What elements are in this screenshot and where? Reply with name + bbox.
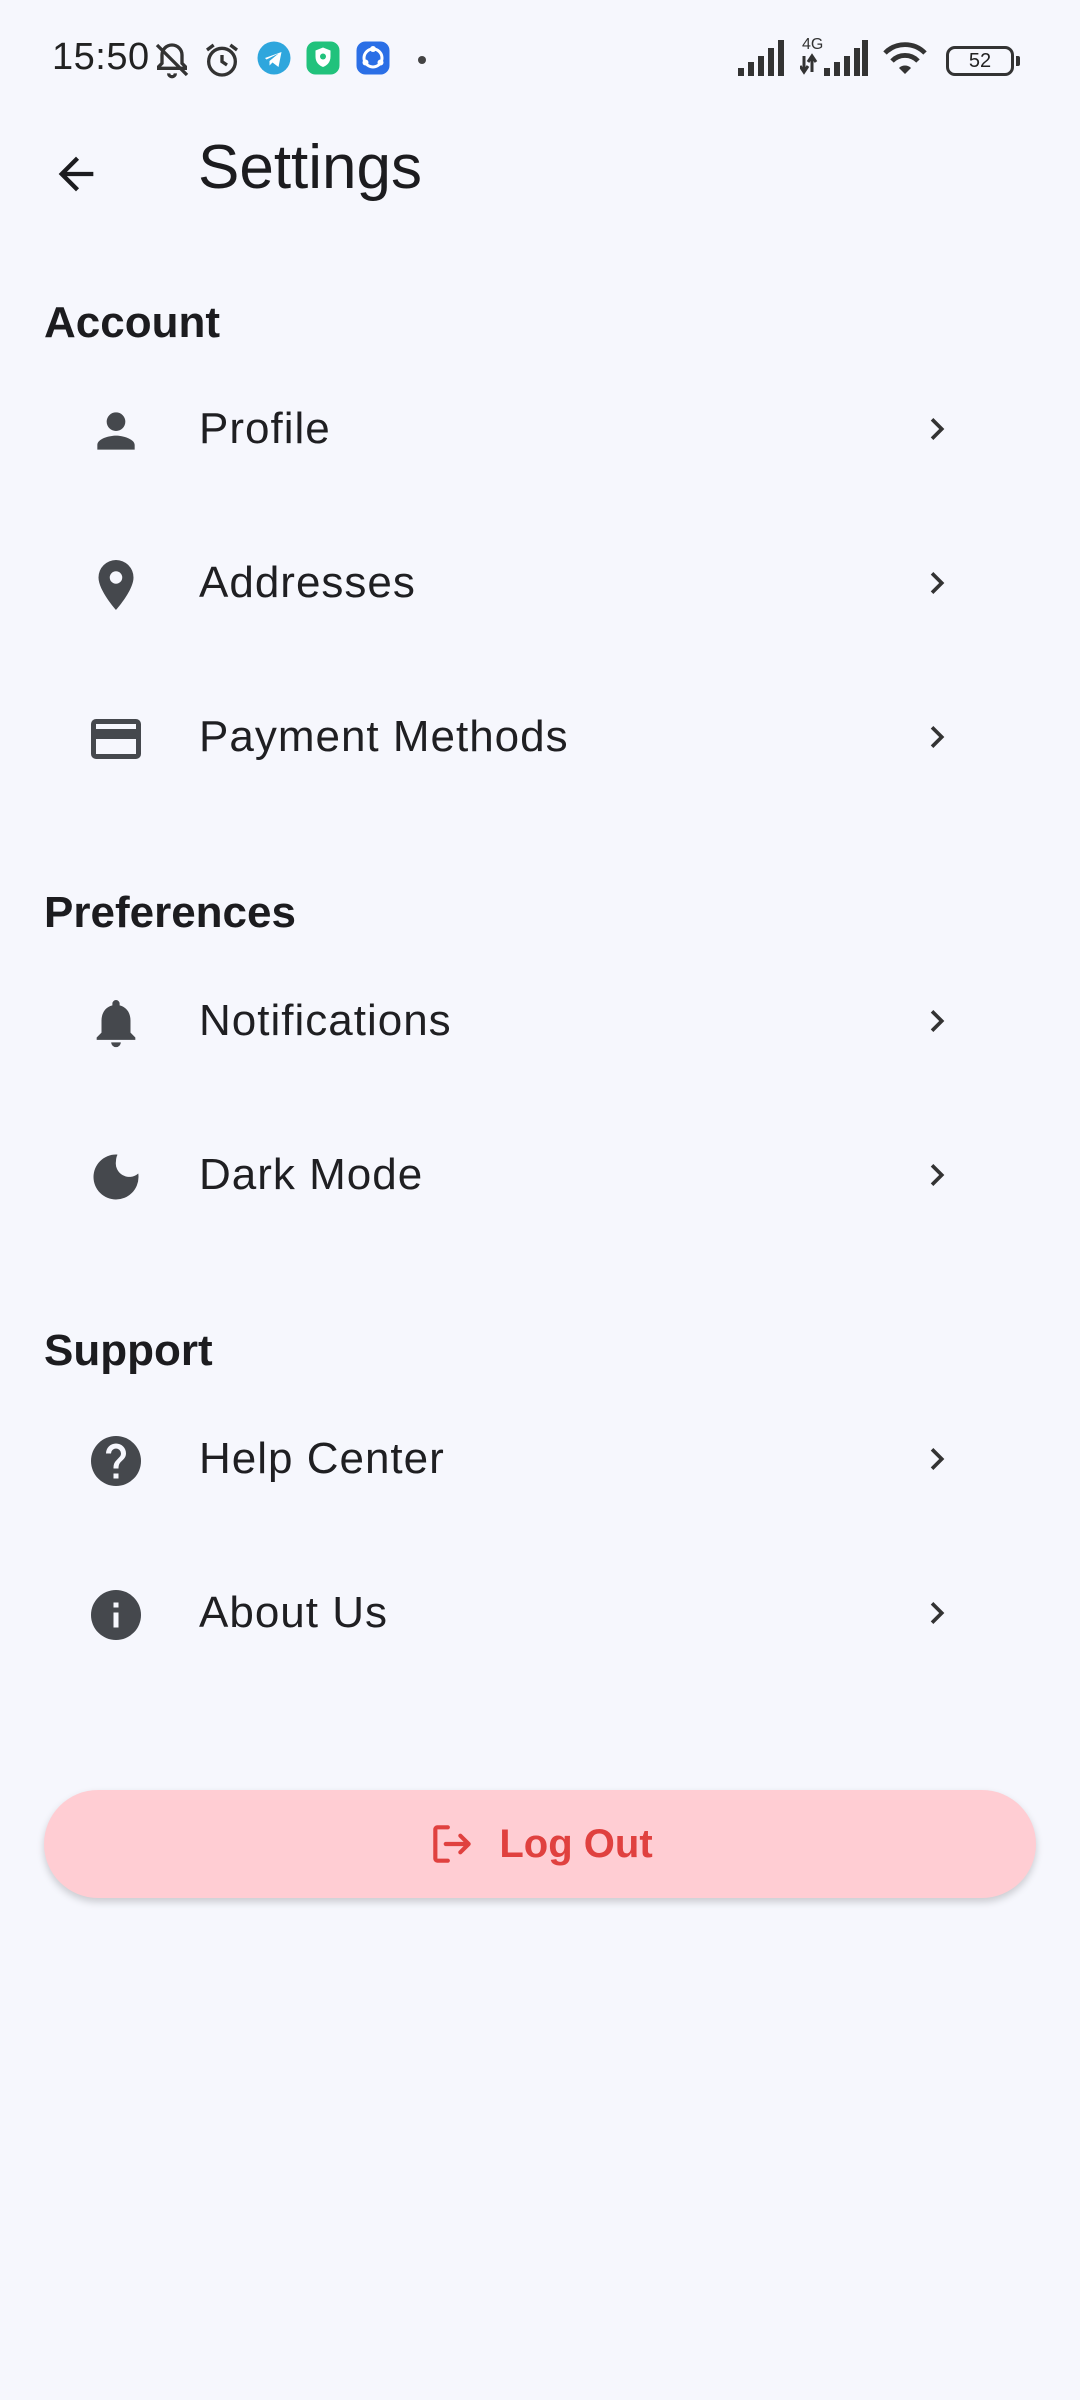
settings-item-notifications[interactable]: Notifications — [0, 946, 1080, 1096]
status-bar: 15:50 4G 52 — [0, 0, 1080, 120]
section-header-account: Account — [44, 298, 220, 347]
chevron-right-icon — [912, 404, 962, 454]
chevron-right-icon — [912, 712, 962, 762]
section-header-preferences: Preferences — [44, 888, 296, 937]
chevron-right-icon — [912, 996, 962, 1046]
chevron-right-icon — [912, 1150, 962, 1200]
settings-item-dark-mode[interactable]: Dark Mode — [0, 1100, 1080, 1250]
chevron-right-icon — [912, 1588, 962, 1638]
location-pin-icon — [86, 555, 146, 615]
settings-item-label: Addresses — [199, 558, 416, 607]
settings-item-help-center[interactable]: Help Center — [0, 1384, 1080, 1534]
alarm-clock-icon — [202, 40, 242, 80]
signal-strength-icon — [738, 40, 790, 81]
status-time: 15:50 — [52, 36, 150, 78]
moon-icon — [86, 1147, 146, 1207]
settings-item-label: Profile — [199, 404, 331, 453]
section-header-support: Support — [44, 1326, 213, 1375]
settings-item-addresses[interactable]: Addresses — [0, 508, 1080, 658]
bell-icon — [86, 993, 146, 1053]
telegram-icon — [256, 40, 296, 80]
battery-icon: 52 — [946, 46, 1020, 76]
settings-item-label: About Us — [199, 1588, 388, 1637]
arrow-back-icon — [58, 156, 94, 192]
more-notifications-dot — [418, 56, 426, 64]
chevron-right-icon — [912, 558, 962, 608]
signal-strength-secondary-icon — [798, 40, 868, 81]
help-circle-icon — [86, 1431, 146, 1491]
settings-item-label: Dark Mode — [199, 1150, 424, 1199]
settings-item-label: Notifications — [199, 996, 452, 1045]
page-title: Settings — [198, 133, 423, 202]
person-icon — [86, 401, 146, 461]
back-button[interactable] — [36, 134, 116, 214]
settings-item-label: Payment Methods — [199, 712, 569, 761]
settings-item-about-us[interactable]: About Us — [0, 1538, 1080, 1688]
info-circle-icon — [86, 1585, 146, 1645]
logout-icon — [427, 1819, 477, 1869]
settings-item-payment-methods[interactable]: Payment Methods — [0, 662, 1080, 812]
settings-item-profile[interactable]: Profile — [0, 354, 1080, 504]
settings-item-label: Help Center — [199, 1434, 445, 1483]
chevron-right-icon — [912, 1434, 962, 1484]
app-bar: Settings — [0, 120, 1080, 220]
share-app-icon — [355, 40, 395, 80]
logout-label: Log Out — [499, 1821, 653, 1866]
logout-button[interactable]: Log Out — [44, 1790, 1036, 1898]
credit-card-icon — [86, 709, 146, 769]
shield-app-icon — [305, 40, 345, 80]
bell-muted-icon — [152, 40, 192, 80]
wifi-icon — [880, 38, 930, 83]
